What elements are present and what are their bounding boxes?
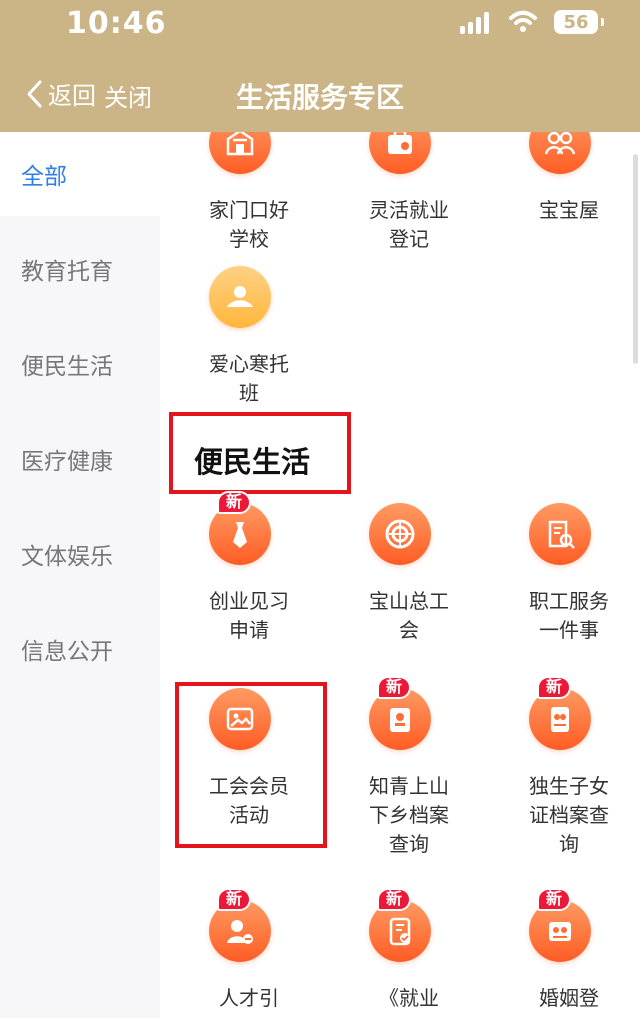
sidebar-item-label: 医疗健康 <box>21 449 113 475</box>
sidebar-item-label: 便民生活 <box>21 354 113 380</box>
service-content: 家门口好学校 新 灵活就业登记 宝宝屋 爱心寒托班 便民生活 <box>160 132 640 1018</box>
service-label: 人才引 <box>219 986 279 1010</box>
highlight-box <box>175 682 327 848</box>
briefcase-icon <box>369 132 431 174</box>
service-tile[interactable]: 新 人才引 <box>160 888 320 1018</box>
new-badge: 新 <box>537 888 571 911</box>
page-header: 10:46 56 返回 关闭 生活服务专区 <box>0 0 640 132</box>
status-time: 10:46 <box>66 6 167 41</box>
signal-bars-icon <box>460 10 492 34</box>
service-label: 宝山总工会 <box>369 589 449 642</box>
service-tile[interactable]: 新 知青上山下乡档案查询 <box>320 676 480 856</box>
service-label: 《就业 <box>379 986 439 1010</box>
sidebar-item-health[interactable]: 医疗健康 <box>0 417 160 501</box>
phone-screen: 10:46 56 返回 关闭 生活服务专区 全部 教育托育 便民生活 医疗健康 … <box>0 0 640 1018</box>
service-tile[interactable]: 宝宝屋 <box>480 132 640 272</box>
service-tile[interactable]: 新 《就业 <box>320 888 480 1018</box>
content-scrollbar[interactable] <box>633 154 638 364</box>
family-icon <box>529 132 591 174</box>
sidebar-item-label: 教育托育 <box>21 259 113 285</box>
union-emblem-icon <box>369 503 431 565</box>
sidebar-item-education[interactable]: 教育托育 <box>0 227 160 311</box>
service-tile[interactable]: 新 灵活就业登记 <box>320 132 480 272</box>
service-tile[interactable]: 宝山总工会 <box>320 503 480 663</box>
service-label: 创业见习申请 <box>209 589 289 642</box>
sidebar-item-convenience[interactable]: 便民生活 <box>0 322 160 406</box>
sidebar-item-label: 文体娱乐 <box>21 544 113 570</box>
highlight-box <box>169 412 351 494</box>
page-title: 生活服务专区 <box>235 81 404 114</box>
service-tile[interactable]: 新 创业见习申请 <box>160 491 320 663</box>
service-label: 灵活就业登记 <box>369 198 449 251</box>
new-badge: 新 <box>217 888 251 911</box>
service-label: 宝宝屋 <box>539 198 599 222</box>
service-tile[interactable]: 职工服务一件事 <box>480 503 640 663</box>
sidebar-item-label: 信息公开 <box>21 639 113 665</box>
service-label: 爱心寒托班 <box>209 352 289 405</box>
school-building-icon <box>209 132 271 174</box>
new-badge: 新 <box>537 676 571 699</box>
new-badge: 新 <box>377 676 411 699</box>
service-label: 知青上山下乡档案查询 <box>369 774 449 856</box>
wifi-icon <box>509 10 537 32</box>
sidebar-item-label: 全部 <box>21 164 67 190</box>
sidebar-item-all[interactable]: 全部 <box>0 132 160 216</box>
new-badge: 新 <box>217 491 251 514</box>
battery-level: 56 <box>554 10 604 34</box>
service-tile[interactable]: 新 婚姻登 <box>480 888 640 1018</box>
service-tile[interactable]: 家门口好学校 <box>160 132 320 272</box>
status-icons: 56 <box>460 10 604 34</box>
category-sidebar: 全部 教育托育 便民生活 医疗健康 文体娱乐 信息公开 <box>0 132 160 1018</box>
document-search-icon <box>529 503 591 565</box>
service-label: 婚姻登 <box>539 986 599 1010</box>
new-badge: 新 <box>377 888 411 911</box>
sidebar-item-information[interactable]: 信息公开 <box>0 607 160 691</box>
service-label: 家门口好学校 <box>209 198 289 251</box>
sidebar-item-entertainment[interactable]: 文体娱乐 <box>0 512 160 596</box>
service-tile[interactable]: 爱心寒托班 <box>160 266 320 426</box>
service-tile[interactable]: 新 独生子女证档案查询 <box>480 676 640 856</box>
service-label: 独生子女证档案查询 <box>529 774 609 856</box>
care-person-icon <box>209 266 271 328</box>
service-label: 职工服务一件事 <box>529 589 609 642</box>
